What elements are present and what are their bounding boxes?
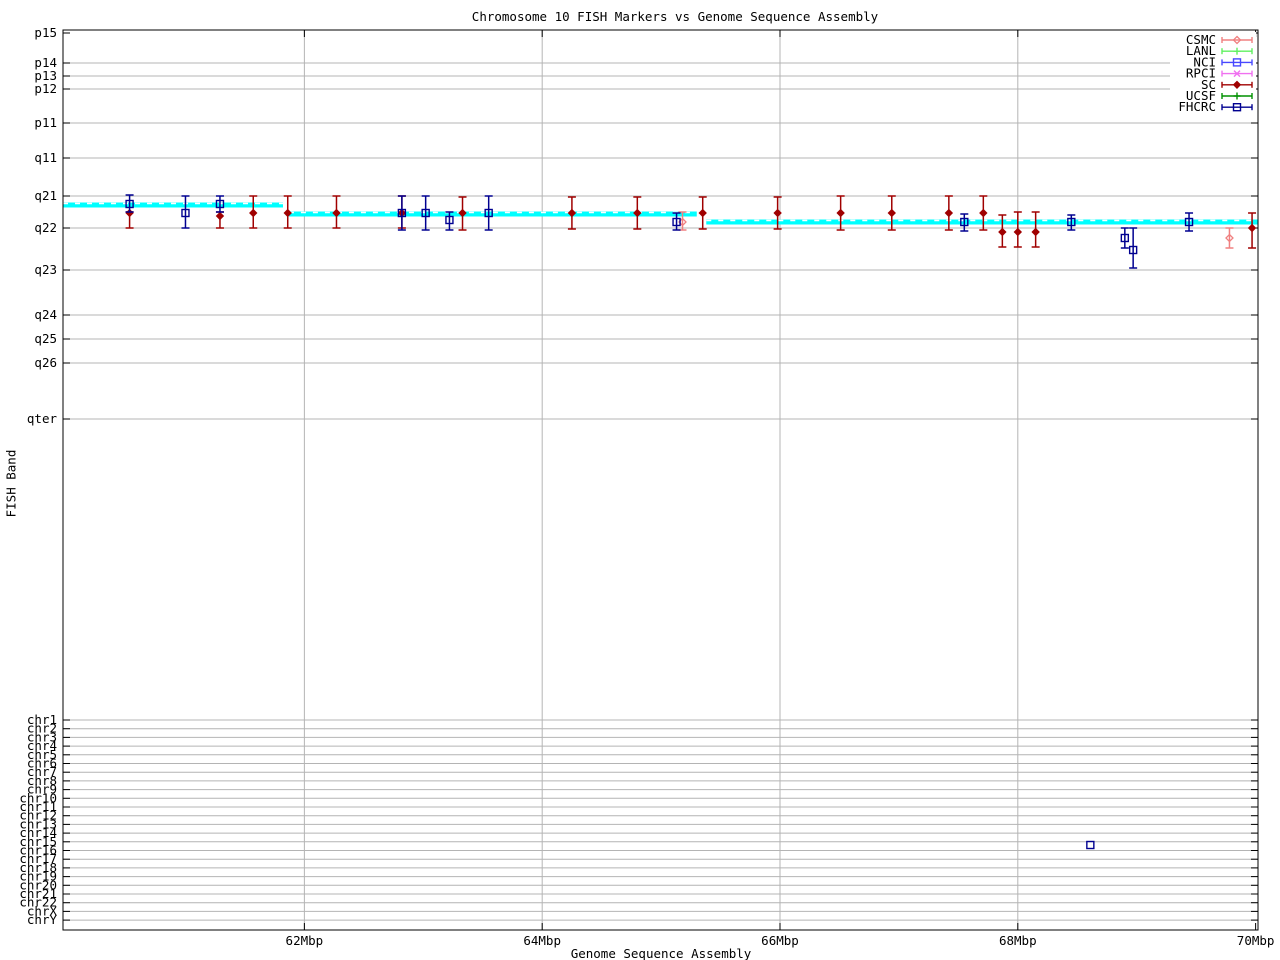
sc-point: [979, 195, 988, 231]
sc-point: [458, 196, 467, 231]
sc-point: [836, 195, 845, 231]
sc-point: [567, 196, 577, 230]
fhcrc-point: [215, 195, 225, 213]
legend-label: FHCRC: [1178, 99, 1216, 114]
assembly-track-segment: [63, 202, 283, 208]
y-tick-label: p11: [34, 115, 57, 130]
chart-canvas: Chromosome 10 FISH Markers vs Genome Seq…: [0, 0, 1280, 960]
assembly-track-segment: [706, 219, 1258, 225]
y-tick-label: q22: [34, 220, 57, 235]
x-tick-label: 70Mbp: [1237, 933, 1275, 948]
y-tick-label: p12: [34, 81, 57, 96]
fhcrc-point: [181, 195, 190, 229]
y-tick-label: p15: [34, 25, 57, 40]
fhcrc-point: [125, 194, 134, 213]
y-tick-label: chrY: [27, 912, 58, 927]
sc-point: [249, 195, 258, 229]
sc-point: [1247, 212, 1257, 249]
sc-point: [698, 196, 707, 230]
sc-point: [1013, 211, 1023, 248]
x-tick-label: 62Mbp: [286, 933, 324, 948]
y-tick-label: q11: [34, 150, 57, 165]
x-tick-label: 68Mbp: [999, 933, 1037, 948]
y-tick-label: q23: [34, 262, 57, 277]
y-tick-label: q24: [34, 307, 57, 322]
fhcrc-point: [1128, 227, 1138, 269]
plot-area: p15p14p13p12p11q11q21q22q23q24q25q26qter…: [19, 25, 1275, 948]
x-tick-label: 64Mbp: [523, 933, 561, 948]
fhcrc-point: [1086, 840, 1095, 850]
y-tick-label: qter: [27, 411, 58, 426]
sc-point: [215, 211, 225, 229]
y-tick-label: q21: [34, 188, 57, 203]
x-tick-label: 66Mbp: [761, 933, 799, 948]
csmc-point: [1225, 227, 1234, 249]
plot-border: [62, 29, 1259, 931]
y-tick-label: q25: [34, 331, 57, 346]
sc-point: [1031, 211, 1040, 248]
sc-point: [633, 196, 642, 230]
sc-point: [944, 195, 954, 231]
sc-point: [283, 195, 292, 229]
sc-point: [887, 195, 896, 231]
sc-point: [332, 195, 341, 229]
y-tick-label: q26: [34, 355, 57, 370]
fhcrc-point: [1120, 227, 1130, 249]
